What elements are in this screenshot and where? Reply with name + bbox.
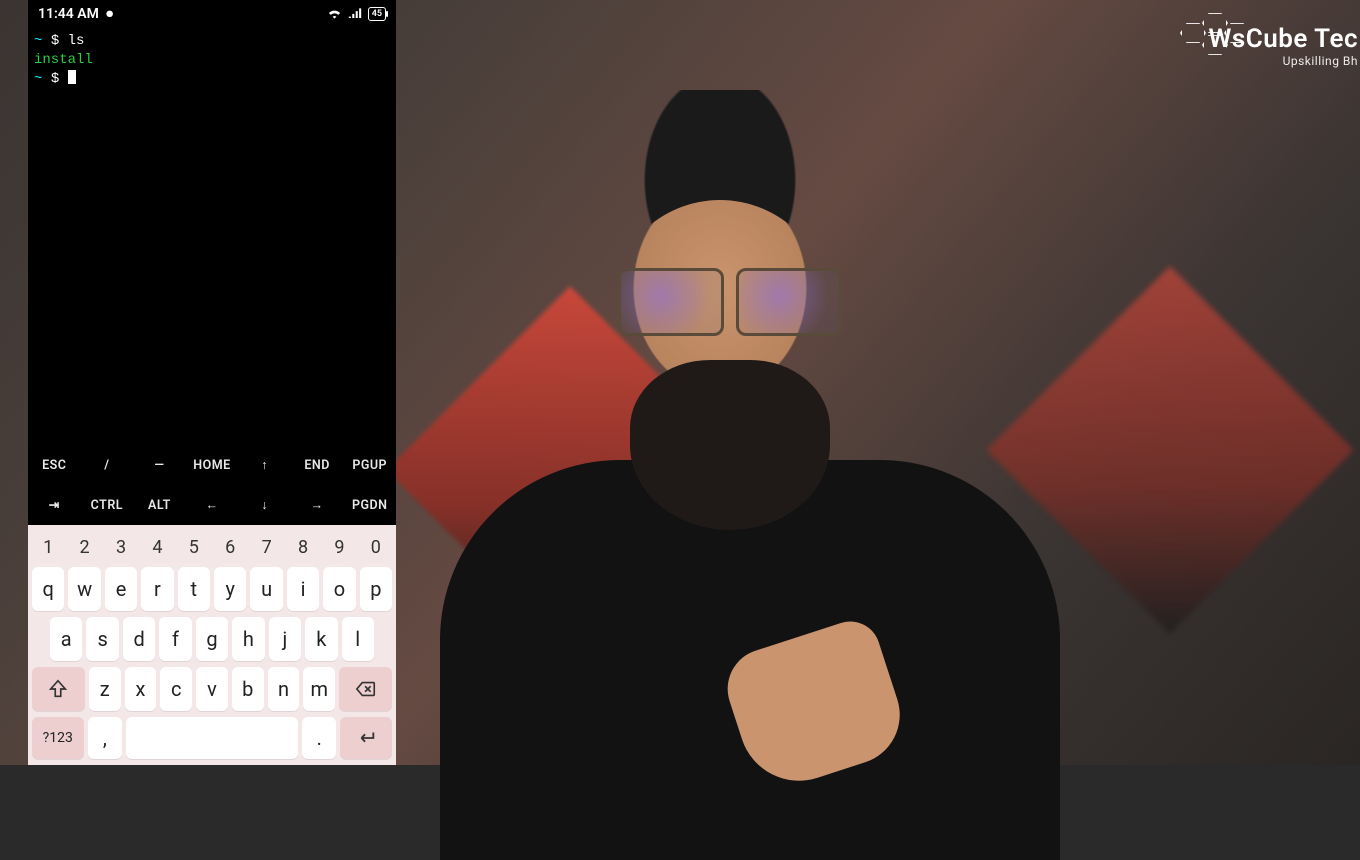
- key-pgup[interactable]: PGUP: [343, 445, 396, 485]
- key-3[interactable]: 3: [105, 533, 137, 561]
- kbd-row-q: q w e r t y u i o p: [32, 567, 392, 611]
- key-end[interactable]: END: [291, 445, 344, 485]
- key-n[interactable]: n: [268, 667, 300, 711]
- status-time: 11:44 AM: [38, 6, 99, 22]
- soft-keyboard: 1 2 3 4 5 6 7 8 9 0 q w e r t y u i o p …: [28, 525, 396, 765]
- key-f[interactable]: f: [159, 617, 191, 661]
- key-h[interactable]: h: [232, 617, 264, 661]
- kbd-row-z: z x c v b n m: [32, 667, 392, 711]
- key-z[interactable]: z: [89, 667, 121, 711]
- extra-keys-row-2: ⇥ CTRL ALT ← ↓ → PGDN: [28, 485, 396, 525]
- key-c[interactable]: c: [160, 667, 192, 711]
- key-2[interactable]: 2: [68, 533, 100, 561]
- key-i[interactable]: i: [287, 567, 319, 611]
- key-w[interactable]: w: [68, 567, 100, 611]
- key-e[interactable]: e: [105, 567, 137, 611]
- key-space[interactable]: [126, 717, 298, 759]
- wifi-icon: [327, 7, 342, 22]
- kbd-row-bottom: ?123 , .: [32, 717, 392, 759]
- key-y[interactable]: y: [214, 567, 246, 611]
- key-symbols-mode[interactable]: ?123: [32, 717, 84, 759]
- key-d[interactable]: d: [123, 617, 155, 661]
- kbd-row-a: a s d f g h j k l: [32, 617, 392, 661]
- key-pgdn[interactable]: PGDN: [343, 485, 396, 525]
- key-k[interactable]: k: [305, 617, 337, 661]
- key-tab[interactable]: ⇥: [28, 485, 81, 525]
- key-up[interactable]: ↑: [238, 445, 291, 485]
- key-comma[interactable]: ,: [88, 717, 122, 759]
- key-o[interactable]: o: [323, 567, 355, 611]
- key-j[interactable]: j: [269, 617, 301, 661]
- presenter-beard: [630, 360, 830, 530]
- key-u[interactable]: u: [250, 567, 282, 611]
- status-bar: 11:44 AM ⏺ 45: [28, 0, 396, 28]
- key-8[interactable]: 8: [287, 533, 319, 561]
- terminal-cmd-1: ls: [68, 33, 85, 49]
- key-1[interactable]: 1: [32, 533, 64, 561]
- terminal-cursor: [68, 70, 76, 84]
- key-a[interactable]: a: [50, 617, 82, 661]
- key-t[interactable]: t: [178, 567, 210, 611]
- key-9[interactable]: 9: [323, 533, 355, 561]
- enter-icon: [355, 727, 377, 749]
- phone-screen: 11:44 AM ⏺ 45 ~ $ ls install ~ $ ESC / —…: [28, 0, 396, 765]
- key-0[interactable]: 0: [360, 533, 392, 561]
- presenter-glasses: [618, 268, 842, 336]
- key-s[interactable]: s: [86, 617, 118, 661]
- terminal-output-1: install: [34, 52, 93, 68]
- key-ctrl[interactable]: CTRL: [81, 485, 134, 525]
- key-4[interactable]: 4: [141, 533, 173, 561]
- key-period[interactable]: .: [302, 717, 336, 759]
- brand-logo-icon: [1180, 12, 1252, 58]
- key-backspace[interactable]: [339, 667, 392, 711]
- key-q[interactable]: q: [32, 567, 64, 611]
- brand-tagline: Upskilling Bh: [1209, 54, 1358, 68]
- presenter-head: [570, 90, 870, 390]
- backspace-icon: [355, 678, 377, 700]
- terminal-extra-keys: ESC / — HOME ↑ END PGUP ⇥ CTRL ALT ← ↓ →…: [28, 445, 396, 525]
- camera-icon: ⏺: [106, 7, 113, 22]
- key-x[interactable]: x: [125, 667, 157, 711]
- key-m[interactable]: m: [303, 667, 335, 711]
- key-b[interactable]: b: [232, 667, 264, 711]
- key-r[interactable]: r: [141, 567, 173, 611]
- key-5[interactable]: 5: [178, 533, 210, 561]
- key-p[interactable]: p: [360, 567, 392, 611]
- key-dash[interactable]: —: [133, 445, 186, 485]
- key-l[interactable]: l: [342, 617, 374, 661]
- presenter: [480, 80, 1000, 765]
- key-shift[interactable]: [32, 667, 85, 711]
- kbd-number-row: 1 2 3 4 5 6 7 8 9 0: [32, 533, 392, 561]
- key-enter[interactable]: [340, 717, 392, 759]
- shift-icon: [47, 678, 69, 700]
- battery-level: 45: [372, 8, 382, 20]
- key-6[interactable]: 6: [214, 533, 246, 561]
- key-right[interactable]: →: [291, 485, 344, 525]
- key-home[interactable]: HOME: [186, 445, 239, 485]
- key-left[interactable]: ←: [186, 485, 239, 525]
- terminal[interactable]: ~ $ ls install ~ $: [28, 28, 396, 445]
- key-alt[interactable]: ALT: [133, 485, 186, 525]
- signal-icon: [348, 7, 362, 21]
- battery-icon: 45: [368, 7, 386, 21]
- key-7[interactable]: 7: [250, 533, 282, 561]
- extra-keys-row-1: ESC / — HOME ↑ END PGUP: [28, 445, 396, 485]
- key-esc[interactable]: ESC: [28, 445, 81, 485]
- brand-watermark: WsCube Tec Upskilling Bh: [1209, 24, 1360, 68]
- key-g[interactable]: g: [196, 617, 228, 661]
- key-v[interactable]: v: [196, 667, 228, 711]
- key-slash[interactable]: /: [81, 445, 134, 485]
- key-down[interactable]: ↓: [238, 485, 291, 525]
